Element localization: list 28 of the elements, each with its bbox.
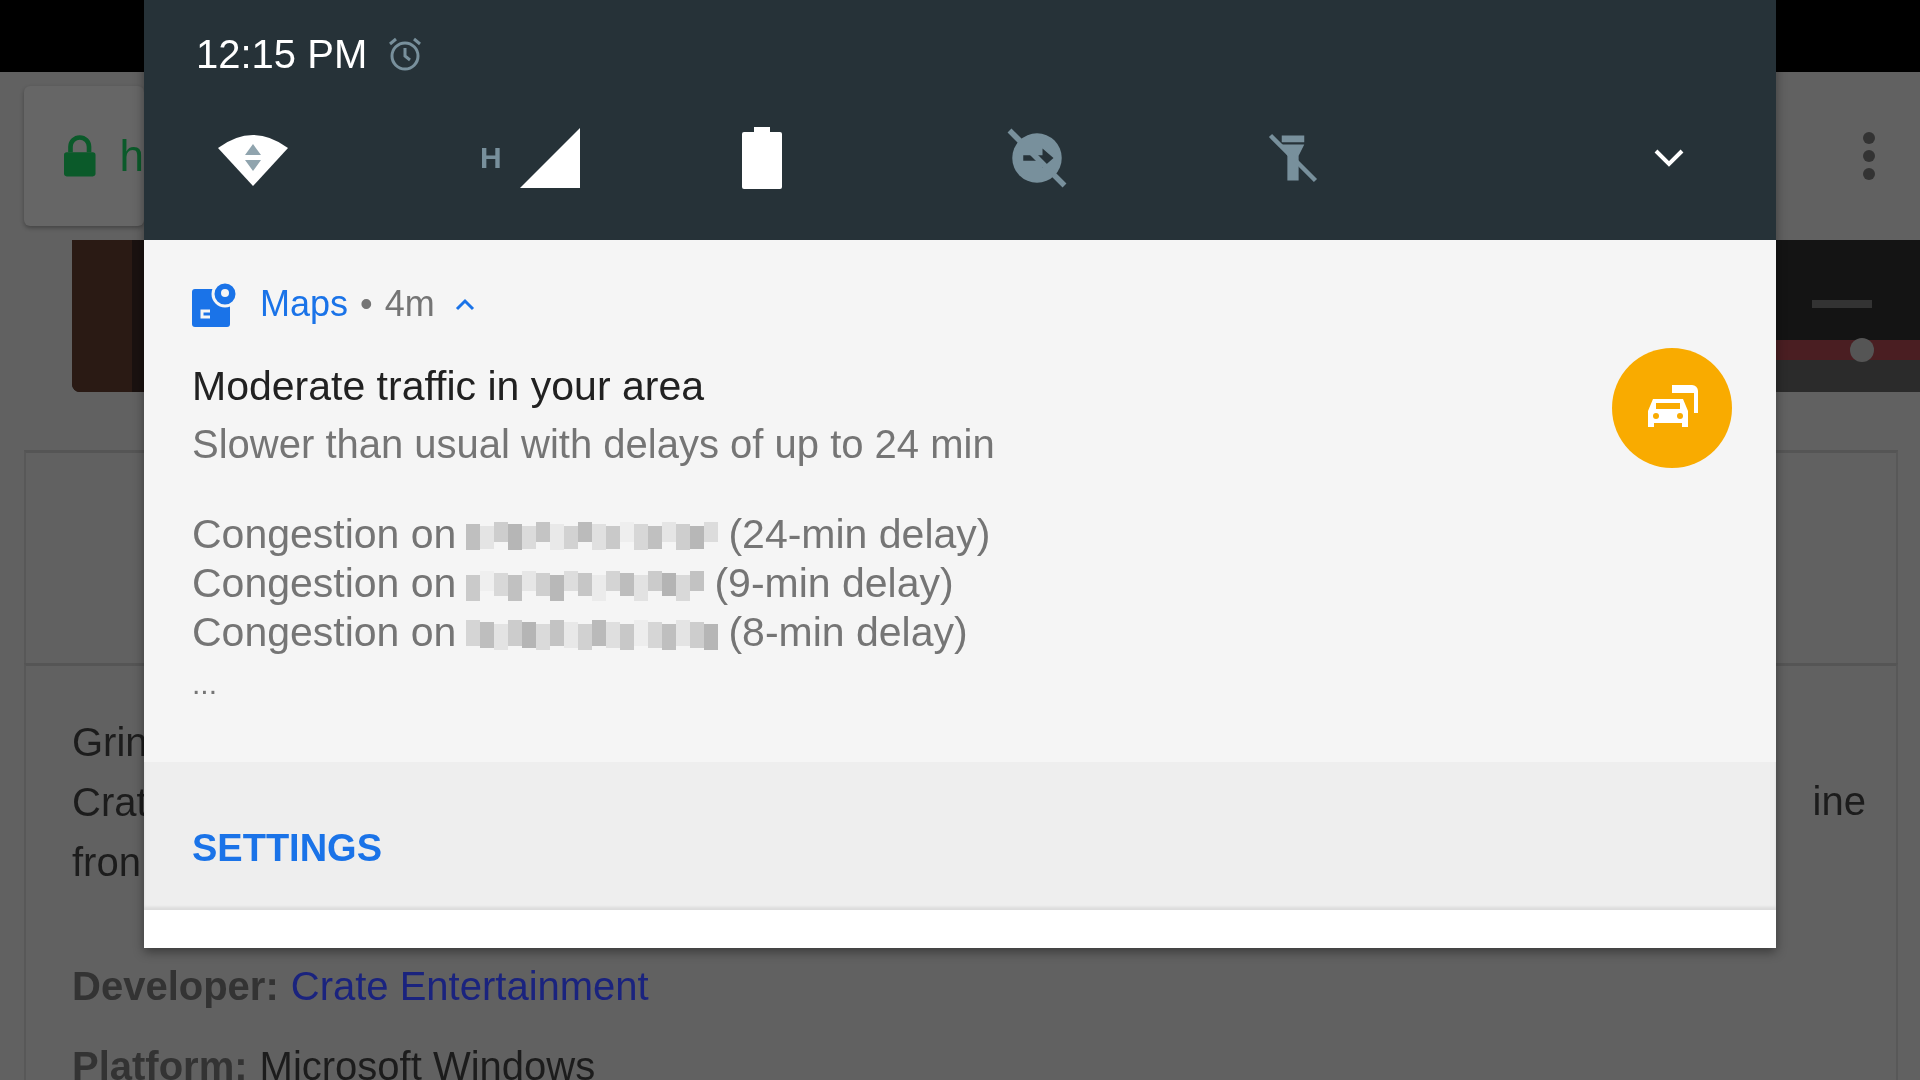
- paragraph-text: Crat: [72, 779, 148, 826]
- notification-card[interactable]: Maps • 4m Moderate traffic in your area Slower than usual with delays of up to 24 min Congestion on (24-min delay) Congestion on (9-min delay) Congestion on (8-min delay) ...: [144, 240, 1776, 762]
- settings-button[interactable]: SETTINGS: [192, 818, 383, 878]
- paragraph-text: ine: [1812, 778, 1866, 825]
- maps-app-icon: [192, 281, 238, 327]
- detail-link[interactable]: Crate Entertainment: [290, 960, 649, 1012]
- network-type-label: H: [480, 141, 502, 175]
- expand-chevron-icon[interactable]: [1654, 148, 1684, 168]
- delay-text: (9-min delay): [714, 560, 954, 607]
- clock-time: 12:15 PM: [196, 31, 368, 77]
- notification-time: 4m: [384, 283, 435, 325]
- congestion-label: Congestion on: [192, 511, 457, 558]
- app-name: Maps: [260, 283, 349, 325]
- url-text: h: [119, 131, 144, 181]
- notification-title: Moderate traffic in your area: [192, 362, 705, 411]
- battery-icon[interactable]: [742, 127, 782, 189]
- more-ellipsis: ...: [192, 667, 218, 701]
- paragraph-text: fron: [72, 839, 142, 886]
- signal-icon[interactable]: [519, 128, 580, 188]
- congestion-label: Congestion on: [192, 609, 457, 656]
- separator-dot: •: [360, 283, 373, 325]
- delay-text: (8-min delay): [728, 609, 968, 656]
- congestion-label: Congestion on: [192, 560, 457, 607]
- detail-value: Microsoft Windows: [259, 1043, 596, 1080]
- delay-text: (24-min delay): [728, 511, 991, 558]
- collapse-caret-icon[interactable]: [454, 297, 475, 311]
- notification-text: Slower than usual with delays of up to 24 min: [192, 421, 995, 468]
- lock-icon: [64, 134, 96, 178]
